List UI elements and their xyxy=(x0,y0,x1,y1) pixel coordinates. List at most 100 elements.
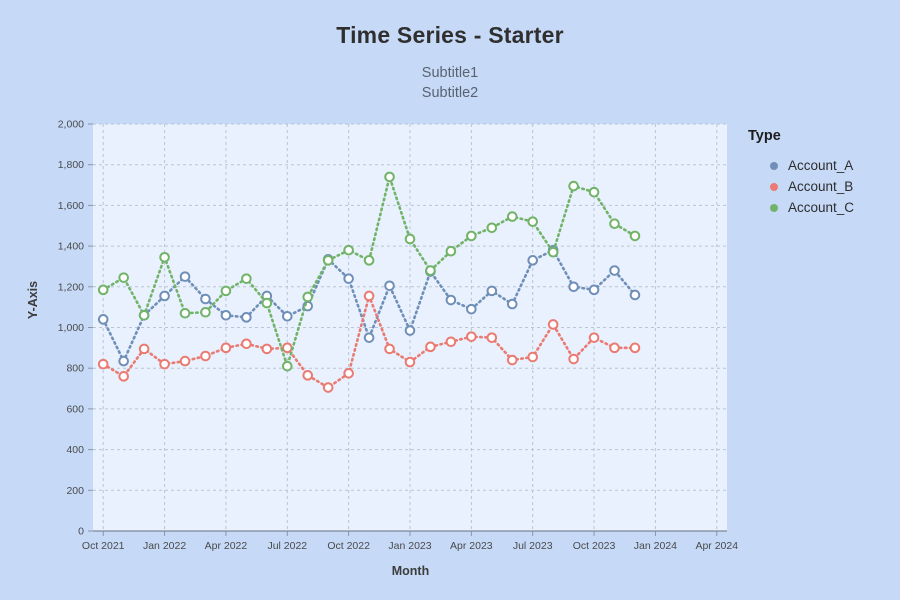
data-point xyxy=(138,309,150,321)
data-point xyxy=(404,325,416,336)
data-point xyxy=(159,290,170,302)
data-point xyxy=(241,338,252,350)
data-point xyxy=(281,360,293,372)
data-point xyxy=(445,336,457,348)
y-axis-tick-label: 600 xyxy=(66,403,84,415)
data-point xyxy=(118,272,129,283)
data-point xyxy=(466,331,477,342)
data-point xyxy=(97,358,109,370)
x-axis-tick-label: Jul 2023 xyxy=(513,540,553,552)
data-point xyxy=(179,271,191,282)
x-axis-tick-label: Oct 2023 xyxy=(573,540,616,552)
x-axis-tick-label: Jan 2024 xyxy=(634,540,677,552)
data-point xyxy=(118,371,129,382)
x-axis-tick-label: Oct 2022 xyxy=(327,540,370,552)
data-point xyxy=(486,285,498,297)
x-axis-tick-label: Apr 2022 xyxy=(205,540,248,552)
data-point xyxy=(568,180,579,192)
data-point xyxy=(343,273,354,284)
data-point xyxy=(609,218,620,230)
x-axis-tick-label: Oct 2021 xyxy=(82,540,125,552)
data-point xyxy=(302,291,314,303)
data-point xyxy=(179,355,191,367)
data-point xyxy=(322,255,334,266)
data-point xyxy=(118,355,129,367)
data-point xyxy=(588,186,600,198)
data-point xyxy=(220,342,232,354)
data-point xyxy=(486,222,498,234)
data-point xyxy=(445,294,457,306)
data-point xyxy=(588,332,600,343)
data-point xyxy=(384,280,395,292)
data-point xyxy=(97,284,109,296)
data-point xyxy=(629,289,641,301)
data-point xyxy=(568,353,579,365)
data-point xyxy=(506,354,518,366)
y-axis-tick-label: 800 xyxy=(66,363,84,375)
legend-item-label: Account_B xyxy=(788,179,854,194)
data-point xyxy=(425,341,436,353)
data-point xyxy=(281,342,293,354)
legend-swatch-icon xyxy=(770,203,778,212)
data-point xyxy=(363,255,375,266)
data-point xyxy=(159,251,170,263)
y-axis-tick-label: 1,800 xyxy=(58,159,84,171)
data-point xyxy=(466,303,477,315)
chart-container: Time Series - Starter Subtitle1 Subtitle… xyxy=(0,0,900,600)
data-point xyxy=(159,358,170,370)
x-axis-tick-label: Jul 2022 xyxy=(267,540,307,552)
data-point xyxy=(404,233,416,245)
data-point xyxy=(466,230,477,242)
data-point xyxy=(241,273,252,284)
data-point xyxy=(261,343,273,355)
data-point xyxy=(506,298,518,310)
data-point xyxy=(384,171,395,183)
data-point xyxy=(527,351,539,363)
data-point xyxy=(547,319,559,330)
data-point xyxy=(322,382,334,393)
data-point xyxy=(527,255,539,266)
legend-item-account_a[interactable]: Account_A xyxy=(770,155,893,176)
data-point xyxy=(261,297,273,309)
data-point xyxy=(200,350,211,362)
y-axis-tick-label: 400 xyxy=(66,444,84,456)
data-point xyxy=(281,311,293,322)
legend: Type Account_A Account_B Account_C xyxy=(748,128,893,218)
data-point xyxy=(609,265,620,276)
x-axis-tick-label: Apr 2023 xyxy=(450,540,493,552)
x-axis-tick-label: Apr 2024 xyxy=(695,540,738,552)
data-point xyxy=(588,284,600,296)
data-point xyxy=(343,244,354,256)
data-point xyxy=(486,332,498,343)
plot-area: 0 200 400 600 800 1,000 1,200 1,400 1,600 1,800 2,… xyxy=(58,119,739,553)
data-point xyxy=(363,332,375,343)
data-point xyxy=(302,370,314,381)
data-point xyxy=(363,290,375,302)
data-point xyxy=(609,342,620,354)
data-point xyxy=(547,246,559,258)
data-point xyxy=(384,343,395,355)
data-point xyxy=(629,230,641,242)
y-axis-tick-label: 1,000 xyxy=(58,322,84,334)
legend-item-label: Account_C xyxy=(788,200,855,215)
data-point xyxy=(179,307,191,319)
data-point xyxy=(241,312,252,323)
legend-swatch-icon xyxy=(770,182,778,191)
data-point xyxy=(200,306,211,318)
y-axis-tick-label: 0 xyxy=(78,526,84,538)
data-point xyxy=(568,281,579,293)
data-point xyxy=(200,293,211,305)
legend-item-account_c[interactable]: Account_C xyxy=(770,197,893,218)
data-point xyxy=(343,367,354,379)
x-axis-tick-label: Jan 2023 xyxy=(388,540,431,552)
data-point xyxy=(506,211,518,222)
data-point xyxy=(445,245,457,257)
data-point xyxy=(97,314,109,325)
x-axis-tick-label: Jan 2022 xyxy=(143,540,186,552)
y-axis-tick-label: 1,400 xyxy=(58,241,84,253)
data-point xyxy=(404,356,416,368)
legend-item-account_b[interactable]: Account_B xyxy=(770,176,893,197)
y-axis-tick-label: 200 xyxy=(66,485,84,497)
y-axis-tick-label: 1,600 xyxy=(58,200,84,212)
legend-title: Type xyxy=(748,128,781,144)
